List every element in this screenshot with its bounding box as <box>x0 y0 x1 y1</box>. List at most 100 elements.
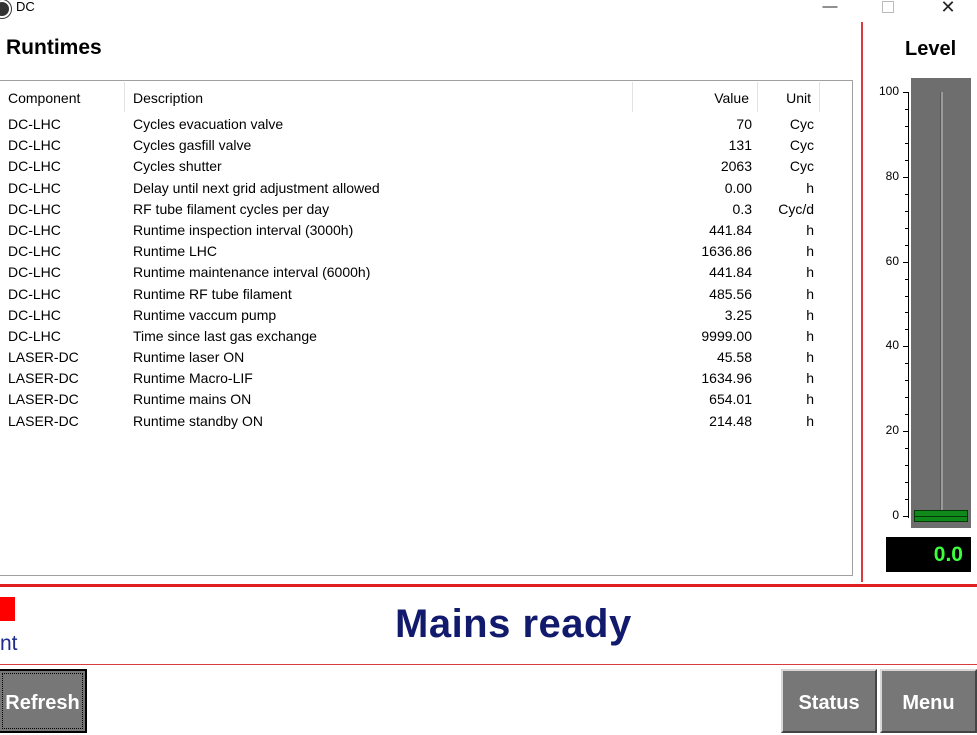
status-message: Mains ready <box>395 602 632 646</box>
table-row[interactable]: DC-LHC Time since last gas exchange 9999.0… <box>0 326 852 347</box>
cell-component: LASER-DC <box>8 370 79 387</box>
level-readout: 0.0 <box>886 537 971 572</box>
cell-component: DC-LHC <box>8 264 61 281</box>
cell-unit: h <box>806 370 814 387</box>
cell-description: Runtime RF tube filament <box>133 285 292 302</box>
status-divider-top <box>0 584 977 587</box>
cell-unit: h <box>806 349 814 366</box>
cell-unit: h <box>806 221 814 238</box>
gauge-minor-tick <box>905 482 909 484</box>
table-row[interactable]: DC-LHC Cycles shutter 2063 Cyc <box>0 156 852 177</box>
gauge-minor-tick <box>905 210 909 212</box>
cell-description: Time since last gas exchange <box>133 327 317 344</box>
table-body: DC-LHC Cycles evacuation valve 70 Cyc DC-LHC… <box>0 114 852 432</box>
table-row[interactable]: DC-LHC Runtime inspection interval (3000h… <box>0 220 852 241</box>
cell-description: Runtime LHC <box>133 243 218 260</box>
gauge-minor-tick <box>905 227 909 229</box>
runtimes-table: Component Description Value Unit DC-LHC C… <box>0 80 853 576</box>
cell-unit: h <box>806 412 814 429</box>
table-row[interactable]: DC-LHC Runtime maintenance interval (6000… <box>0 262 852 283</box>
cell-description: Cycles shutter <box>133 158 222 175</box>
status-button[interactable]: Status <box>781 669 877 733</box>
cell-description: Runtime standby ON <box>133 412 263 429</box>
cell-component: DC-LHC <box>8 200 61 217</box>
gauge-axis <box>908 92 909 518</box>
table-row[interactable]: LASER-DC Runtime standby ON 214.48 h <box>0 411 852 432</box>
alarm-indicator <box>0 597 15 621</box>
cell-unit: h <box>806 391 814 408</box>
gauge-minor-tick <box>905 414 909 416</box>
gauge-track <box>940 92 943 512</box>
gauge-minor-tick <box>905 159 909 161</box>
cell-component: DC-LHC <box>8 179 61 196</box>
gauge-minor-tick <box>905 193 909 195</box>
table-row[interactable]: DC-LHC Runtime RF tube filament 485.56 h <box>0 284 852 305</box>
cell-component: DC-LHC <box>8 285 61 302</box>
gauge-minor-tick <box>905 244 909 246</box>
refresh-button[interactable]: Refresh <box>0 669 87 733</box>
gauge-fill-stripe <box>915 516 967 517</box>
gauge-major-tick <box>903 176 909 178</box>
cell-value: 654.01 <box>709 391 752 408</box>
table-row[interactable]: LASER-DC Runtime Macro-LIF 1634.96 h <box>0 368 852 389</box>
cell-unit: h <box>806 243 814 260</box>
cell-value: 70 <box>736 116 752 132</box>
cell-value: 214.48 <box>709 412 752 429</box>
cell-description: Runtime inspection interval (3000h) <box>133 221 354 238</box>
cell-unit: h <box>806 285 814 302</box>
column-header-description[interactable]: Description <box>125 82 633 112</box>
cell-component: DC-LHC <box>8 116 61 132</box>
cell-description: Runtime maintenance interval (6000h) <box>133 264 371 281</box>
table-row[interactable]: DC-LHC Runtime vaccum pump 3.25 h <box>0 305 852 326</box>
cell-component: DC-LHC <box>8 137 61 154</box>
cell-value: 1636.86 <box>701 243 752 260</box>
cell-unit: Cyc <box>789 137 814 154</box>
gauge-minor-tick <box>905 363 909 365</box>
gauge-minor-tick <box>905 142 909 144</box>
app-icon <box>0 0 11 18</box>
cell-unit: h <box>806 306 814 323</box>
table-header: Component Description Value Unit <box>0 82 852 112</box>
close-button[interactable]: ✕ <box>928 0 968 20</box>
table-row[interactable]: DC-LHC Cycles evacuation valve 70 Cyc <box>0 114 852 135</box>
cell-component: LASER-DC <box>8 391 79 408</box>
focus-outline <box>2 673 83 729</box>
table-row[interactable]: LASER-DC Runtime laser ON 45.58 h <box>0 347 852 368</box>
gauge-major-tick <box>903 516 909 517</box>
table-row[interactable]: DC-LHC Runtime LHC 1636.86 h <box>0 241 852 262</box>
cell-component: LASER-DC <box>8 412 79 429</box>
gauge-minor-tick <box>905 278 909 280</box>
table-row[interactable]: LASER-DC Runtime mains ON 654.01 h <box>0 389 852 410</box>
gauge-minor-tick <box>905 329 909 331</box>
cell-value: 0.00 <box>724 179 752 196</box>
cell-value: 1634.96 <box>701 370 752 387</box>
maximize-icon <box>882 1 894 13</box>
gauge-minor-tick <box>905 108 909 110</box>
cell-value: 441.84 <box>709 221 752 238</box>
cell-unit: h <box>806 327 814 344</box>
cell-description: Runtime vaccum pump <box>133 306 277 323</box>
table-row[interactable]: DC-LHC RF tube filament cycles per day 0.3… <box>0 199 852 220</box>
cell-component: DC-LHC <box>8 327 61 344</box>
gauge-scale-label: 0 <box>892 508 899 522</box>
gauge-scale-label: 100 <box>878 84 899 98</box>
indicator-label: nt <box>0 632 18 655</box>
gauge-minor-tick <box>905 397 909 399</box>
table-row[interactable]: DC-LHC Cycles gasfill valve 131 Cyc <box>0 135 852 156</box>
minimize-button[interactable]: — <box>810 0 850 20</box>
cell-component: DC-LHC <box>8 158 61 175</box>
maximize-button[interactable] <box>868 0 908 20</box>
column-header-unit[interactable]: Unit <box>758 82 820 112</box>
gauge-minor-tick <box>905 295 909 297</box>
gauge-major-tick <box>903 261 909 263</box>
cell-description: Cycles evacuation valve <box>133 116 284 132</box>
column-header-value[interactable]: Value <box>633 82 758 112</box>
cell-description: Runtime laser ON <box>133 349 245 366</box>
column-header-component[interactable]: Component <box>0 82 125 112</box>
table-row[interactable]: DC-LHC Delay until next grid adjustment a… <box>0 178 852 199</box>
gauge-scale-label: 40 <box>885 338 899 353</box>
menu-button[interactable]: Menu <box>880 669 977 733</box>
cell-value: 3.25 <box>724 306 752 323</box>
cell-component: DC-LHC <box>8 221 61 238</box>
gauge-minor-tick <box>905 125 909 127</box>
